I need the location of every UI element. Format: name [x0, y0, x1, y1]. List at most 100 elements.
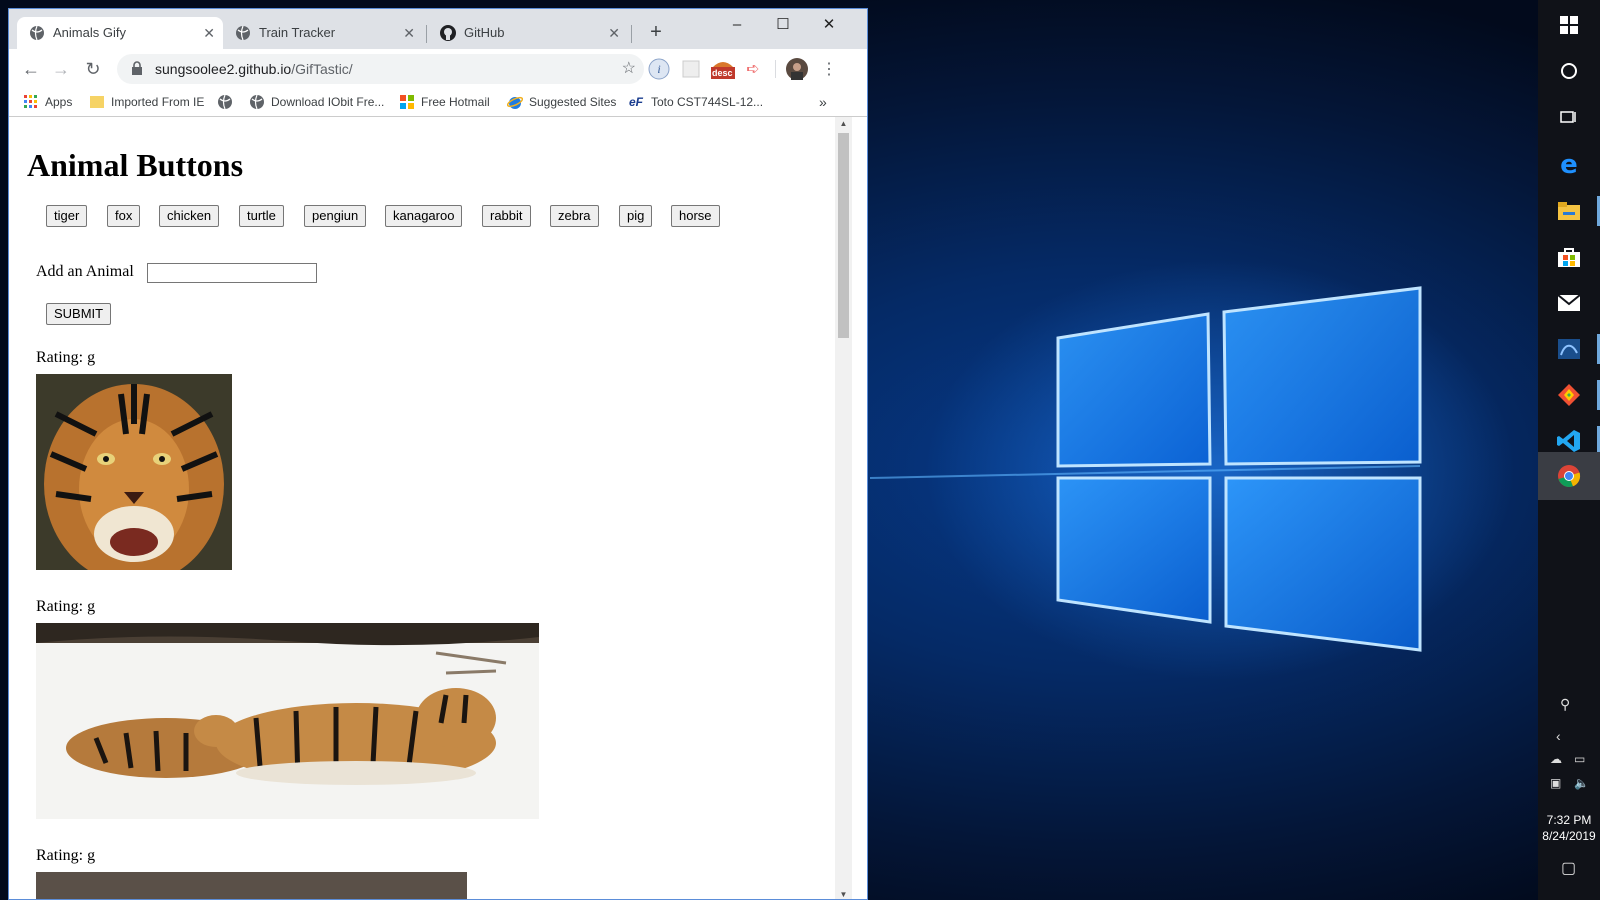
url-text: sungsoolee2.github.io/GifTastic/ [155, 54, 353, 84]
url-host: sungsoolee2.github.io [155, 61, 292, 77]
taskbar: e ⚲ ‹ ☁ ▭ ▣ 🔈 7:32 PM 8/24/2019 ▢ [1538, 0, 1600, 900]
desc-extension-label: desc [712, 68, 733, 78]
tab-github[interactable]: GitHub ✕ [428, 17, 628, 49]
bookmark-free-hotmail[interactable]: Free Hotmail [399, 87, 490, 117]
tab-animals-gify[interactable]: Animals Gify ✕ [17, 17, 223, 49]
globe-icon [250, 94, 264, 110]
maximize-button[interactable]: ☐ [760, 11, 806, 41]
browser-menu-kebab-icon[interactable]: ⋮ [817, 57, 841, 81]
chrome-icon [1558, 465, 1581, 488]
back-arrow-icon[interactable]: ← [17, 55, 45, 83]
task-view-button[interactable] [1538, 94, 1600, 140]
tiger-face-image [36, 374, 232, 570]
profile-avatar[interactable] [785, 57, 809, 81]
animal-button-kanagaroo[interactable]: kanagaroo [385, 205, 463, 227]
network-icon[interactable]: ▣ [1550, 776, 1561, 790]
add-animal-input[interactable] [147, 263, 317, 283]
gif-image-tiger[interactable] [36, 872, 467, 899]
start-button[interactable] [1538, 2, 1600, 48]
gif-image-tiger-face[interactable] [36, 374, 232, 570]
git-app[interactable] [1538, 372, 1600, 418]
bookmark-apps[interactable]: Apps [23, 87, 72, 117]
scrollbar-thumb[interactable] [838, 133, 849, 338]
tab-train-tracker[interactable]: Train Tracker ✕ [223, 17, 423, 49]
action-center-icon[interactable]: ▢ [1561, 858, 1576, 878]
people-icon[interactable]: ⚲ [1560, 696, 1570, 713]
tab-close-icon[interactable]: ✕ [608, 17, 620, 49]
animal-button-fox[interactable]: fox [107, 205, 141, 227]
extension-grid-button[interactable] [679, 57, 703, 81]
scroll-down-arrow-icon[interactable]: ▼ [835, 890, 852, 899]
browser-window: Animals Gify ✕ Train Tracker ✕ GitHub ✕ … [8, 8, 868, 900]
battery-icon[interactable]: ▭ [1574, 752, 1585, 766]
store-bag-icon [1558, 248, 1580, 267]
git-icon [1558, 384, 1580, 406]
forward-arrow-icon[interactable]: → [47, 55, 75, 83]
gif-rating: Rating: g [36, 349, 96, 366]
two-tigers-snow-image [36, 623, 539, 785]
bookmark-label: Apps [45, 95, 73, 109]
onedrive-icon[interactable]: ☁ [1550, 752, 1562, 766]
file-explorer-app[interactable] [1538, 188, 1600, 234]
tab-close-icon[interactable]: ✕ [203, 17, 215, 49]
cortana-button[interactable] [1538, 48, 1600, 94]
bookmarks-more-chevron-icon[interactable]: » [819, 87, 827, 117]
minimize-button[interactable]: – [714, 11, 760, 41]
address-bar[interactable]: sungsoolee2.github.io/GifTastic/ ☆ [117, 54, 644, 84]
grid-extension-icon [682, 60, 700, 78]
gif-rating: Rating: g [36, 598, 96, 615]
animal-button-pengiun[interactable]: pengiun [304, 205, 367, 227]
bookmark-toto[interactable]: eF Toto CST744SL-12... [629, 87, 763, 117]
avatar-icon [786, 58, 808, 80]
bookmarks-bar: Apps Imported From IE Download IObit Fre… [9, 87, 867, 117]
volume-icon[interactable]: 🔈 [1574, 776, 1589, 790]
tray-expand-chevron-icon[interactable]: ‹ [1556, 728, 1561, 744]
tab-close-icon[interactable]: ✕ [403, 17, 415, 49]
bookmark-suggested-sites[interactable]: Suggested Sites [507, 87, 616, 117]
folder-icon [1558, 202, 1580, 220]
close-window-button[interactable]: ✕ [806, 11, 852, 41]
store-app[interactable] [1538, 234, 1600, 280]
windows-logo-icon [400, 95, 414, 109]
gif-rating: Rating: g [36, 847, 96, 864]
apps-grid-icon [24, 95, 37, 108]
lock-icon [132, 61, 142, 75]
gif-image-two-tigers-in-snow[interactable] [36, 623, 539, 819]
clock-time: 7:32 PM [1546, 813, 1592, 827]
animal-button-rabbit[interactable]: rabbit [482, 205, 531, 227]
scroll-up-arrow-icon[interactable]: ▲ [835, 119, 852, 128]
animal-button-tiger[interactable]: tiger [46, 205, 88, 227]
bookmark-star-icon[interactable]: ☆ [622, 54, 636, 84]
ef-logo-icon: eF [629, 95, 644, 109]
extension-info-button[interactable]: i [647, 57, 671, 81]
mail-app[interactable] [1538, 280, 1600, 326]
animal-button-turtle[interactable]: turtle [239, 205, 284, 227]
animal-button-pig[interactable]: pig [619, 205, 653, 227]
share-arrow-icon: ➪ [746, 61, 760, 78]
taskbar-clock[interactable]: 7:32 PM 8/24/2019 [1538, 812, 1600, 844]
extension-arrow-button[interactable]: ➪ [741, 57, 765, 81]
vscode-icon [1557, 430, 1580, 452]
bookmark-download-iobit[interactable]: Download IObit Fre... [249, 87, 384, 117]
animal-button-zebra[interactable]: zebra [550, 205, 599, 227]
page-content: Animal Buttons tiger fox chicken turtle … [9, 117, 835, 899]
reload-icon[interactable]: ↻ [79, 55, 107, 83]
animal-button-horse[interactable]: horse [671, 205, 720, 227]
extension-desc-button[interactable]: desc [709, 57, 737, 81]
bookmark-label: Imported From IE [111, 95, 205, 109]
windows-start-icon [1560, 16, 1578, 34]
globe-icon [30, 25, 44, 41]
pinned-app-icon [1558, 339, 1580, 359]
svg-text:i: i [657, 62, 660, 76]
pinned-app[interactable] [1538, 326, 1600, 372]
edge-app[interactable]: e [1538, 142, 1600, 188]
submit-button[interactable]: SUBMIT [46, 303, 112, 325]
animal-button-chicken[interactable]: chicken [159, 205, 220, 227]
bookmark-imported-from-ie[interactable]: Imported From IE [89, 87, 204, 117]
globe-icon [236, 25, 250, 41]
page-title: Animal Buttons [27, 147, 244, 183]
bookmark-globe[interactable] [217, 87, 235, 117]
chrome-app[interactable] [1538, 452, 1600, 500]
new-tab-button[interactable]: + [643, 19, 669, 45]
page-scrollbar[interactable]: ▲ ▼ [835, 117, 852, 899]
